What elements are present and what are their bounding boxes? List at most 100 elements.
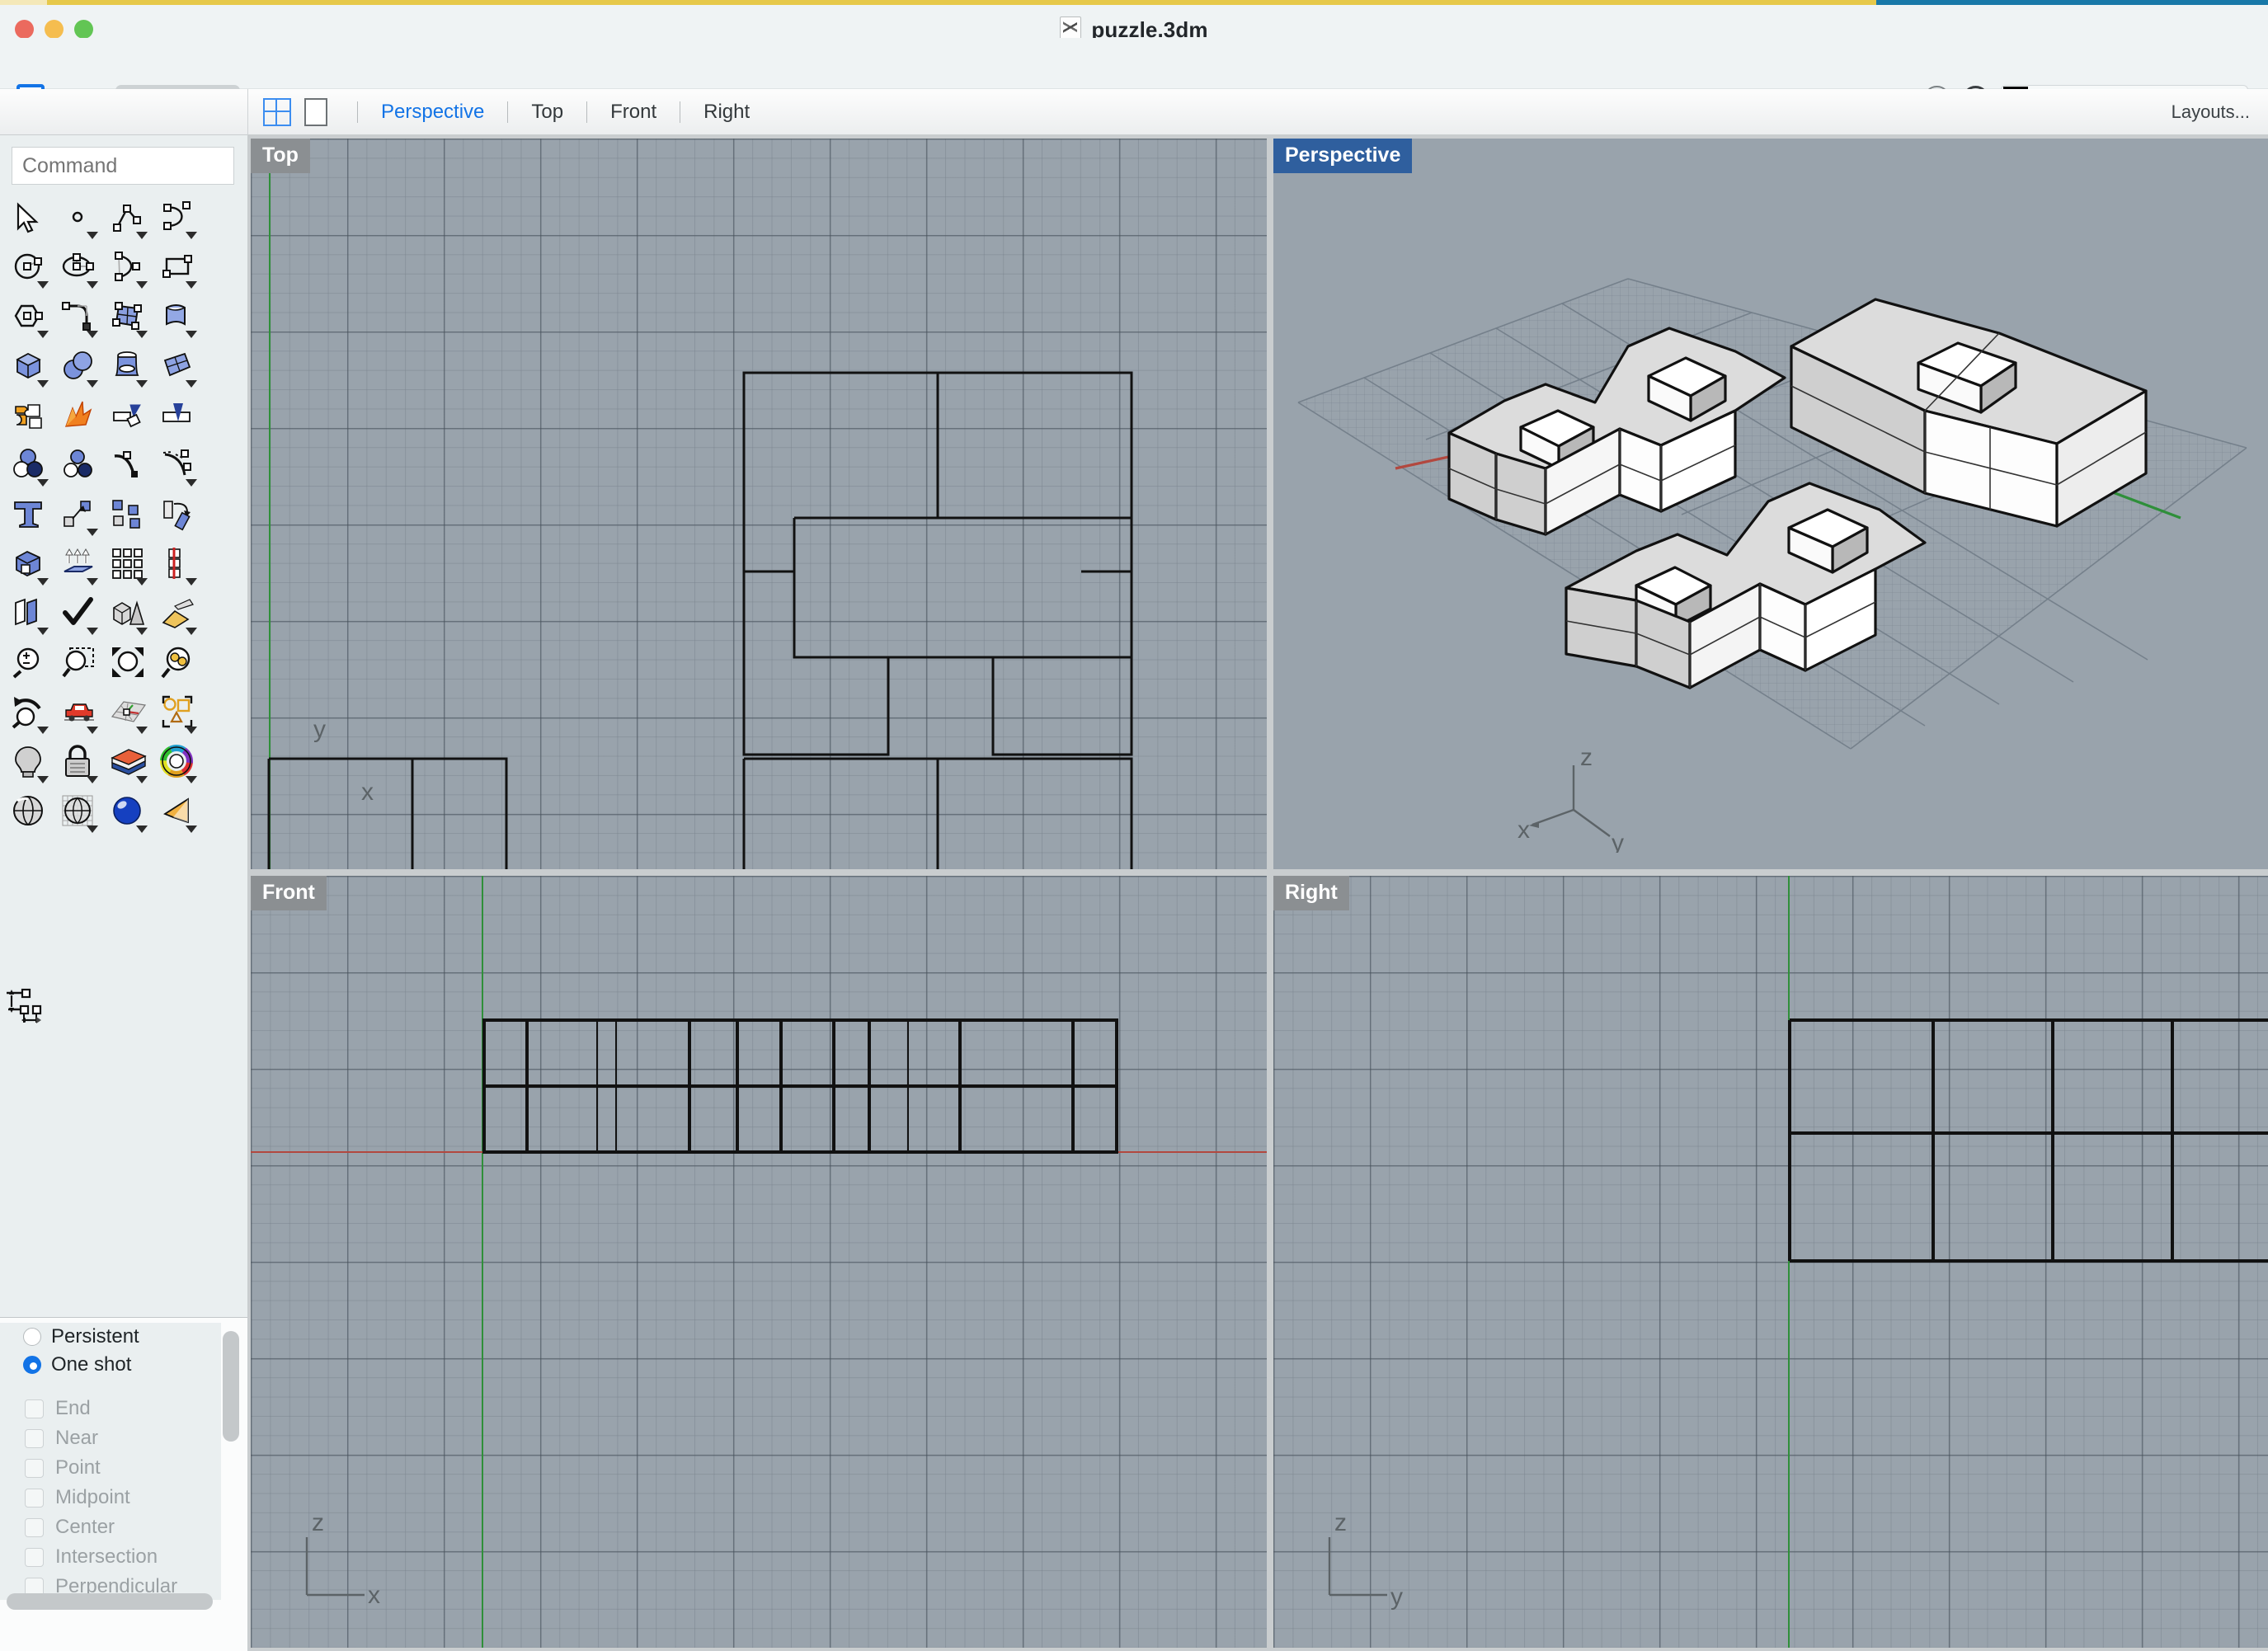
boolean-spheres-icon[interactable] <box>54 343 104 393</box>
box-icon[interactable] <box>5 343 54 393</box>
osnap-vertical-scrollbar[interactable] <box>223 1331 239 1442</box>
shaded-view-icon[interactable] <box>5 788 54 838</box>
osnap-horizontal-scrollbar[interactable] <box>7 1593 213 1610</box>
array-icon[interactable] <box>104 541 153 590</box>
viewport-front[interactable]: Front <box>251 876 1267 1648</box>
osnap-intersection-label: Intersection <box>55 1545 158 1569</box>
point-icon[interactable] <box>54 195 104 244</box>
osnap-mode-one-shot[interactable]: One shot <box>0 1351 221 1379</box>
explode-icon[interactable] <box>54 393 104 442</box>
polyline-icon[interactable] <box>104 195 153 244</box>
four-viewport-layout-icon[interactable] <box>263 98 291 126</box>
curve-edit-point-icon[interactable] <box>104 442 153 492</box>
zoom-extents-icon[interactable] <box>104 640 153 689</box>
osnap-center-label: Center <box>55 1516 115 1539</box>
lock-object-icon[interactable] <box>54 739 104 788</box>
surface-patch-icon[interactable] <box>153 343 203 393</box>
viewport-top[interactable]: Top <box>251 139 1267 869</box>
osnap-midpoint[interactable]: Midpoint <box>0 1483 221 1512</box>
mirror-icon[interactable] <box>153 541 203 590</box>
checkbox-intersection[interactable] <box>25 1548 44 1567</box>
mode-toolbar: Grid Snap Ortho Planar SmartTrack Gumbal… <box>0 38 2268 89</box>
ellipse-icon[interactable] <box>54 244 104 294</box>
surface-sweep-icon[interactable] <box>153 294 203 343</box>
viewport-perspective[interactable]: Perspective <box>1273 139 2268 869</box>
layers-icon[interactable] <box>104 739 153 788</box>
puzzle-join-icon[interactable] <box>5 393 54 442</box>
osnap-point[interactable]: Point <box>0 1453 221 1483</box>
tab-top[interactable]: Top <box>526 101 568 124</box>
right-view-axis-gizmo: z y <box>1298 1504 1422 1624</box>
boolean-union-icon[interactable] <box>5 442 54 492</box>
fillet-curve-icon[interactable] <box>54 294 104 343</box>
select-objects-icon[interactable] <box>153 689 203 739</box>
checkbox-center[interactable] <box>25 1518 44 1537</box>
zoom-selected-icon[interactable] <box>153 640 203 689</box>
light-icon[interactable] <box>5 739 54 788</box>
top-view-geometry <box>251 139 1267 869</box>
zoom-window-icon[interactable] <box>54 640 104 689</box>
front-view-axis-gizmo: z x <box>275 1504 399 1624</box>
checkbox-near[interactable] <box>25 1429 44 1448</box>
svg-text:x: x <box>1517 816 1530 844</box>
cplane-icon[interactable] <box>104 689 153 739</box>
command-input[interactable] <box>12 147 234 185</box>
checkbox-end[interactable] <box>25 1399 44 1418</box>
move-icon[interactable] <box>54 492 104 541</box>
revolve-icon[interactable] <box>104 343 153 393</box>
layouts-button[interactable]: Layouts... <box>2172 101 2250 123</box>
paint-surface-icon[interactable] <box>153 590 203 640</box>
osnap-near[interactable]: Near <box>0 1423 221 1453</box>
osnap-end[interactable]: End <box>0 1394 221 1423</box>
color-wheel-icon[interactable] <box>153 739 203 788</box>
solid-tools-icon[interactable] <box>104 590 153 640</box>
osnap-mode-persistent[interactable]: Persistent <box>0 1323 221 1351</box>
viewport-front-label[interactable]: Front <box>251 876 327 910</box>
trim-icon[interactable] <box>104 393 153 442</box>
osnap-intersection[interactable]: Intersection <box>0 1542 221 1572</box>
zoom-previous-icon[interactable] <box>5 689 54 739</box>
scale-icon[interactable] <box>5 541 54 590</box>
pan-icon[interactable] <box>54 689 104 739</box>
polygon-icon[interactable] <box>5 294 54 343</box>
camera-icon[interactable] <box>153 788 203 838</box>
text-icon[interactable] <box>5 492 54 541</box>
extrude-icon[interactable] <box>54 541 104 590</box>
offset-icon[interactable] <box>5 590 54 640</box>
arc-icon[interactable] <box>104 244 153 294</box>
tab-divider <box>586 101 587 123</box>
radio-one-shot[interactable] <box>23 1356 41 1374</box>
tool-palette <box>0 195 247 838</box>
ghosted-view-icon[interactable] <box>54 788 104 838</box>
perspective-axis-gizmo: z x y <box>1517 746 1641 857</box>
rectangle-icon[interactable] <box>153 244 203 294</box>
osnap-center[interactable]: Center <box>0 1512 221 1542</box>
single-viewport-layout-icon[interactable] <box>304 98 327 126</box>
check-object-icon[interactable] <box>54 590 104 640</box>
curve-interpolate-icon[interactable] <box>153 195 203 244</box>
rebuild-curve-icon[interactable] <box>153 442 203 492</box>
checkbox-point[interactable] <box>25 1459 44 1478</box>
tab-front[interactable]: Front <box>605 101 661 124</box>
select-arrow-icon[interactable] <box>5 195 54 244</box>
radio-persistent[interactable] <box>23 1328 41 1346</box>
dimension-icon[interactable] <box>5 986 54 1036</box>
checkbox-midpoint[interactable] <box>25 1489 44 1508</box>
svg-text:x: x <box>368 1582 380 1609</box>
svg-text:x: x <box>361 778 374 806</box>
zoom-in-out-icon[interactable] <box>5 640 54 689</box>
rendered-view-icon[interactable] <box>104 788 153 838</box>
tab-right[interactable]: Right <box>699 101 755 124</box>
rotate-icon[interactable] <box>153 492 203 541</box>
split-icon[interactable] <box>153 393 203 442</box>
circle-icon[interactable] <box>5 244 54 294</box>
viewport-perspective-label[interactable]: Perspective <box>1273 139 1412 173</box>
boolean-difference-icon[interactable] <box>54 442 104 492</box>
viewport-right[interactable]: Right z y <box>1273 876 2268 1648</box>
copy-icon[interactable] <box>104 492 153 541</box>
viewport-top-label[interactable]: Top <box>251 139 310 173</box>
tab-perspective[interactable]: Perspective <box>376 101 489 124</box>
svg-text:y: y <box>313 716 326 743</box>
surface-from-curves-icon[interactable] <box>104 294 153 343</box>
viewport-right-label[interactable]: Right <box>1273 876 1349 910</box>
